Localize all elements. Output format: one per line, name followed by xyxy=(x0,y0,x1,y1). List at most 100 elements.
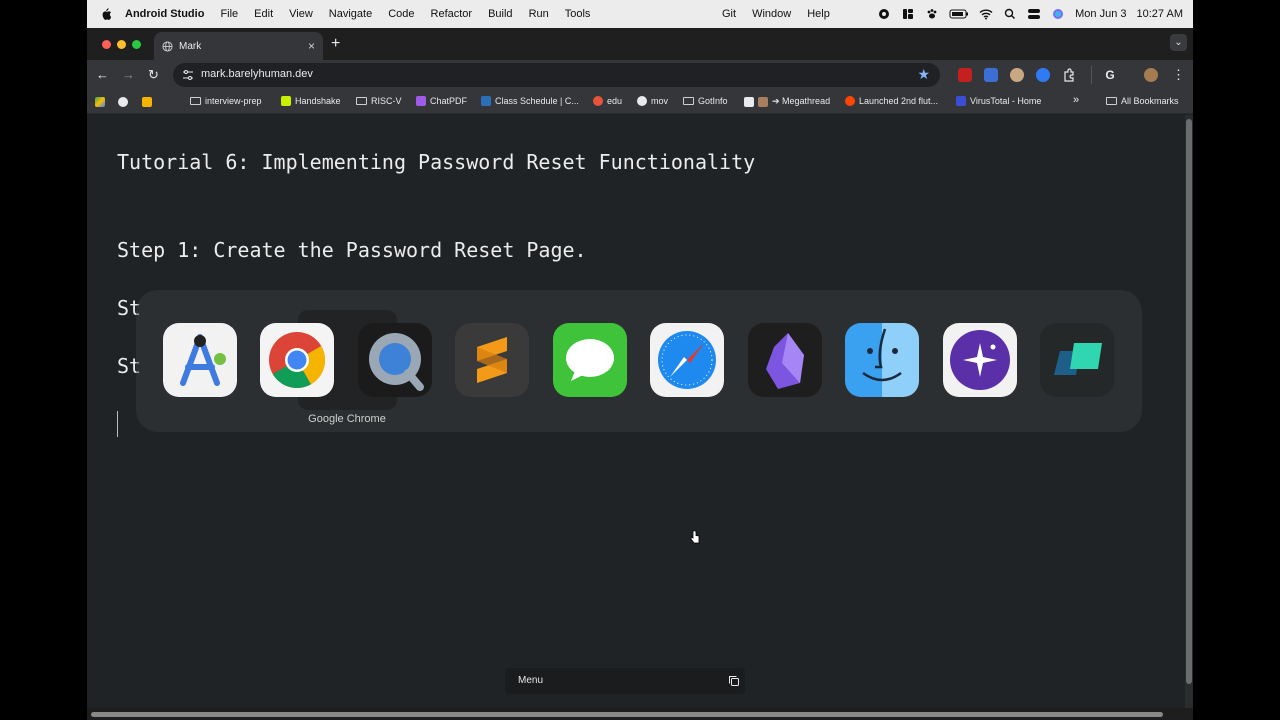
menu-window[interactable]: Window xyxy=(752,8,791,20)
raycast-icon[interactable] xyxy=(943,323,1017,397)
window-zoom-button[interactable] xyxy=(132,40,141,49)
handshake-icon xyxy=(281,96,291,106)
kebab-menu-icon[interactable]: ⋮ xyxy=(1172,67,1185,83)
android-studio-icon[interactable] xyxy=(163,323,237,397)
bookmark-gotinfo[interactable]: GotInfo xyxy=(683,96,728,106)
github-icon[interactable] xyxy=(118,97,128,107)
menu-code[interactable]: Code xyxy=(388,8,414,20)
bookmark-chatpdf[interactable]: ChatPDF xyxy=(416,96,467,106)
bookmark-handshake[interactable]: Handshake xyxy=(281,96,341,106)
google-icon[interactable]: G xyxy=(1103,68,1117,82)
forward-icon[interactable]: → xyxy=(122,67,135,82)
bookmark-label: Launched 2nd flut... xyxy=(859,96,939,106)
messages-icon[interactable] xyxy=(553,323,627,397)
menubar-time[interactable]: 10:27 AM xyxy=(1137,8,1183,20)
paw-icon[interactable] xyxy=(925,8,939,20)
extension-blue-icon[interactable] xyxy=(1036,68,1050,82)
menu-file[interactable]: File xyxy=(220,8,238,20)
bookmark-label: GotInfo xyxy=(698,96,728,106)
siri-icon[interactable] xyxy=(1051,8,1065,20)
menu-button[interactable]: Menu xyxy=(518,675,543,686)
extensions-puzzle-icon[interactable] xyxy=(1062,68,1076,82)
vectorize-icon[interactable] xyxy=(1040,323,1114,397)
tab-search-chevron-icon[interactable]: ⌄ xyxy=(1170,34,1187,51)
bookmark-interview-prep[interactable]: interview-prep xyxy=(190,96,262,106)
all-bookmarks-label: All Bookmarks xyxy=(1121,96,1179,106)
menu-build[interactable]: Build xyxy=(488,8,512,20)
bottom-menu-bar: Menu xyxy=(505,668,745,694)
keep-icon[interactable] xyxy=(142,97,152,107)
google-chrome-icon[interactable] xyxy=(260,323,334,397)
menubar-date[interactable]: Mon Jun 3 xyxy=(1075,8,1126,20)
folder-icon xyxy=(190,97,201,105)
mov-icon xyxy=(637,96,647,106)
safari-icon[interactable] xyxy=(650,323,724,397)
bookmark-label: RISC-V xyxy=(371,96,402,106)
bookmark-risc-v[interactable]: RISC-V xyxy=(356,96,402,106)
browser-tab[interactable]: Mark × xyxy=(154,32,323,60)
window-close-button[interactable] xyxy=(102,40,111,49)
control-center-icon[interactable] xyxy=(1027,8,1041,20)
bookmark-launched-2nd-flut[interactable]: Launched 2nd flut... xyxy=(845,96,938,106)
finder-icon[interactable] xyxy=(845,323,919,397)
bookmark-mov[interactable]: mov xyxy=(637,96,668,106)
horizontal-scrollbar[interactable] xyxy=(87,708,1193,720)
horizontal-scroll-thumb[interactable] xyxy=(91,712,1163,717)
menu-git[interactable]: Git xyxy=(722,8,736,20)
virustotal-icon xyxy=(956,96,966,106)
bookmark-edu[interactable]: edu xyxy=(593,96,622,106)
new-tab-button[interactable]: + xyxy=(331,35,340,53)
page-title: Tutorial 6: Implementing Password Reset … xyxy=(117,150,756,174)
tab-close-icon[interactable]: × xyxy=(308,39,315,53)
ublock-icon[interactable] xyxy=(958,68,972,82)
browser-tab-strip: Mark × + ⌄ xyxy=(87,28,1193,60)
menu-edit[interactable]: Edit xyxy=(254,8,273,20)
bookmark-virustotal[interactable]: VirusTotal - Home xyxy=(956,96,1041,106)
menu-app-name[interactable]: Android Studio xyxy=(125,8,204,20)
sublime-text-icon[interactable] xyxy=(455,323,529,397)
bitwarden-icon[interactable] xyxy=(984,68,998,82)
back-icon[interactable]: ← xyxy=(96,67,109,82)
obsidian-icon[interactable] xyxy=(748,323,822,397)
site-info-icon[interactable] xyxy=(182,69,194,81)
extension-face-icon[interactable] xyxy=(1010,68,1024,82)
bookmark-label: ➔ Megathread xyxy=(772,96,831,106)
wifi-icon[interactable] xyxy=(979,8,993,20)
bookmarks-bar: interview-prep Handshake RISC-V ChatPDF … xyxy=(87,90,1193,114)
url-text: mark.barelyhuman.dev xyxy=(201,68,313,80)
vertical-scroll-thumb[interactable] xyxy=(1186,119,1192,684)
folder-icon xyxy=(683,97,694,105)
tab-title: Mark xyxy=(179,40,202,52)
reload-icon[interactable]: ↻ xyxy=(148,67,159,83)
bookmark-label: Handshake xyxy=(295,96,341,106)
menu-navigate[interactable]: Navigate xyxy=(329,8,372,20)
quicktime-icon[interactable] xyxy=(358,323,432,397)
bookmark-star-icon[interactable]: ★ xyxy=(917,66,930,83)
hand-pointer-icon xyxy=(690,530,700,544)
copy-icon[interactable] xyxy=(728,675,740,687)
bookmark-megathread[interactable]: ➔ Megathread xyxy=(744,96,830,107)
apple-logo-icon[interactable] xyxy=(99,7,113,21)
menu-run[interactable]: Run xyxy=(529,8,549,20)
google-drive-icon[interactable] xyxy=(95,97,105,107)
address-bar[interactable]: mark.barelyhuman.dev ★ xyxy=(173,63,940,87)
bookmark-label: mov xyxy=(651,96,669,106)
chatpdf-icon xyxy=(416,96,426,106)
screen: Android Studio File Edit View Navigate C… xyxy=(87,0,1193,720)
bookmarks-overflow-icon[interactable]: » xyxy=(1073,94,1079,106)
menu-tools[interactable]: Tools xyxy=(565,8,591,20)
record-icon[interactable] xyxy=(877,8,891,20)
battery-icon[interactable] xyxy=(949,8,969,20)
search-icon[interactable] xyxy=(1003,8,1017,20)
macos-menu-bar: Android Studio File Edit View Navigate C… xyxy=(87,0,1193,28)
menu-help[interactable]: Help xyxy=(807,8,830,20)
profile-avatar[interactable] xyxy=(1144,68,1158,82)
text-cursor xyxy=(117,411,118,437)
bookmark-label: interview-prep xyxy=(205,96,262,106)
all-bookmarks[interactable]: All Bookmarks xyxy=(1106,96,1179,106)
menu-view[interactable]: View xyxy=(289,8,313,20)
bookmark-class-schedule[interactable]: Class Schedule | C... xyxy=(481,96,579,106)
stage-manager-icon[interactable] xyxy=(901,8,915,20)
menu-refactor[interactable]: Refactor xyxy=(431,8,473,20)
window-minimize-button[interactable] xyxy=(117,40,126,49)
